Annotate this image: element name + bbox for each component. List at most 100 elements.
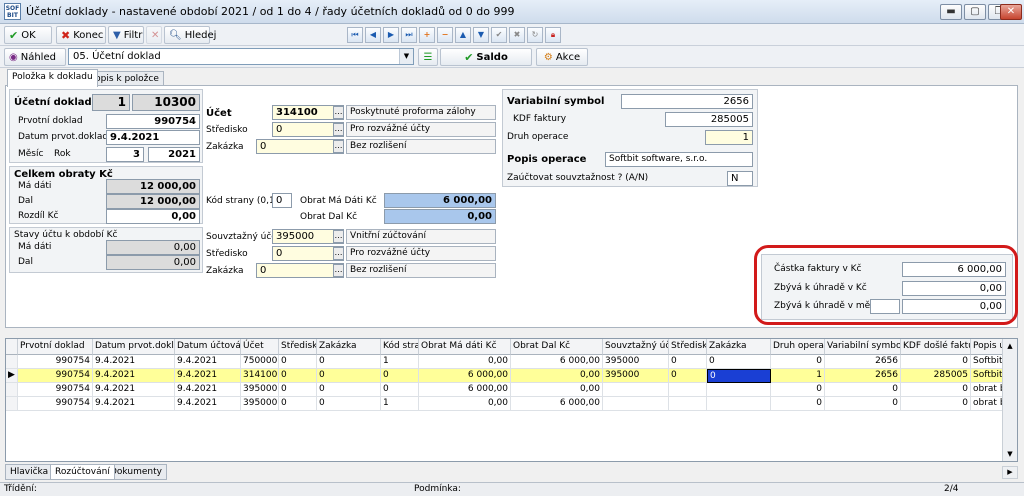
table-row[interactable]: 990754 9.4.2021 9.4.2021 750000 0 0 1 0,00 6 000… [6, 355, 1017, 369]
move-up-button[interactable]: ▲ [455, 27, 471, 43]
table-cell[interactable]: 1 [771, 369, 825, 383]
table-cell[interactable]: 0 [707, 355, 771, 369]
souvz-zakazka-field[interactable]: 0 [256, 263, 344, 278]
kod-strany-field[interactable]: 0 [272, 193, 292, 208]
table-cell[interactable]: 0 [317, 397, 381, 411]
table-cell[interactable] [669, 397, 707, 411]
table-cell[interactable]: 1 [381, 397, 419, 411]
akce-button[interactable]: ⚙ Akce [536, 48, 588, 66]
filtr-button[interactable]: ▼ Filtr [108, 26, 144, 44]
grid-column-header[interactable]: Datum účtování [175, 339, 241, 355]
prvotni-doklad-field[interactable]: 990754 [106, 114, 200, 129]
souvz-stredisko-lookup-button[interactable]: … [333, 247, 344, 260]
table-cell[interactable]: 0 [901, 397, 971, 411]
grid-column-header[interactable]: Středisko [279, 339, 317, 355]
ucet-lookup-button[interactable]: … [333, 106, 344, 119]
table-cell[interactable] [669, 383, 707, 397]
table-cell[interactable]: 395000 [241, 383, 279, 397]
saldo-button[interactable]: ✔ Saldo [440, 48, 532, 66]
vertical-scrollbar[interactable]: ▲ ▼ [1002, 339, 1017, 461]
grid-column-header[interactable]: Zakázka [707, 339, 771, 355]
tab-polozka[interactable]: Položka k dokladu [7, 69, 98, 87]
grid-column-header[interactable]: Zakázka [317, 339, 381, 355]
entries-grid[interactable]: Prvotní dokladDatum prvot.dokladuDatum ú… [5, 338, 1018, 462]
grid-column-header[interactable]: Obrat Má dáti Kč [419, 339, 511, 355]
table-cell[interactable] [603, 383, 669, 397]
grid-column-header[interactable]: Souvztažný účet [603, 339, 669, 355]
table-cell[interactable]: 0 [317, 369, 381, 383]
chevron-down-icon[interactable]: ▼ [399, 49, 413, 64]
table-cell[interactable]: 0 [825, 383, 901, 397]
table-cell[interactable]: 0 [279, 397, 317, 411]
table-cell[interactable]: 395000 [241, 397, 279, 411]
report-select[interactable]: 05. Účetní doklad ▼ [68, 48, 414, 65]
table-cell[interactable]: 0 [317, 355, 381, 369]
zakazka-field[interactable]: 0 [256, 139, 344, 154]
konec-button[interactable]: ✖ Konec [56, 26, 106, 44]
minimize-button[interactable]: ▬ [940, 4, 962, 20]
delete-record-button[interactable]: − [437, 27, 453, 43]
table-cell[interactable]: 0,00 [511, 383, 603, 397]
obrat-ma-dati-field[interactable]: 6 000,00 [384, 193, 496, 208]
grid-column-header[interactable]: Kód strany [381, 339, 419, 355]
table-cell[interactable]: 0,00 [419, 355, 511, 369]
table-cell[interactable] [603, 397, 669, 411]
table-cell[interactable]: 9.4.2021 [175, 397, 241, 411]
souvz-zakazka-lookup-button[interactable]: … [333, 264, 344, 277]
table-cell[interactable]: 0 [381, 369, 419, 383]
table-cell[interactable]: 285005 [901, 369, 971, 383]
table-cell[interactable]: 0 [669, 369, 707, 383]
table-cell[interactable]: 9.4.2021 [175, 355, 241, 369]
clear-filter-button[interactable]: ✕ [146, 26, 162, 44]
vs-field[interactable]: 2656 [621, 94, 753, 109]
stredisko-lookup-button[interactable]: … [333, 123, 344, 136]
table-cell[interactable]: 9.4.2021 [175, 369, 241, 383]
table-cell[interactable]: 6 000,00 [511, 397, 603, 411]
table-cell[interactable]: 395000 [603, 369, 669, 383]
table-cell[interactable]: 0 [771, 383, 825, 397]
table-cell[interactable]: 0 [825, 397, 901, 411]
add-record-button[interactable]: + [419, 27, 435, 43]
table-cell[interactable]: 0 [771, 397, 825, 411]
obrat-dal-field[interactable]: 0,00 [384, 209, 496, 224]
grid-column-header[interactable]: Druh operace [771, 339, 825, 355]
table-cell[interactable]: 990754 [18, 397, 93, 411]
table-cell[interactable]: 2656 [825, 369, 901, 383]
grid-column-header[interactable]: Variabilní symbol [825, 339, 901, 355]
souvz-ucet-lookup-button[interactable]: … [333, 230, 344, 243]
table-cell[interactable]: 6 000,00 [419, 369, 511, 383]
table-row[interactable]: ▶ 990754 9.4.2021 9.4.2021 314100 0 0 0 6 000,00… [6, 369, 1017, 383]
nahled-button[interactable]: ◉ Náhled [4, 48, 66, 66]
hledej-button[interactable]: 🔍︎ Hledej [164, 26, 216, 44]
kdf-field[interactable]: 285005 [665, 112, 753, 127]
datum-prvot-field[interactable]: 9.4.2021 [106, 130, 200, 145]
table-cell[interactable]: 990754 [18, 355, 93, 369]
doklad-cislo-field[interactable]: 10300 [132, 94, 200, 111]
next-record-button[interactable]: ▶ [383, 27, 399, 43]
table-cell[interactable]: 0 [381, 383, 419, 397]
table-cell[interactable]: 314100 [241, 369, 279, 383]
table-row[interactable]: 990754 9.4.2021 9.4.2021 395000 0 0 0 6 000,00 0… [6, 383, 1017, 397]
table-cell[interactable]: 6 000,00 [419, 383, 511, 397]
first-record-button[interactable]: ⏮ [347, 27, 363, 43]
table-cell[interactable]: 9.4.2021 [93, 397, 175, 411]
tab-rozuctovani[interactable]: Rozúčtování [50, 464, 115, 480]
grid-column-header[interactable]: Prvotní doklad [18, 339, 93, 355]
grid-column-header[interactable]: Datum prvot.dokladu [93, 339, 175, 355]
table-row[interactable]: 990754 9.4.2021 9.4.2021 395000 0 0 1 0,00 6 000… [6, 397, 1017, 411]
grid-column-header[interactable]: KDF došlé faktury [901, 339, 971, 355]
confirm-edit-button[interactable]: ✔ [491, 27, 507, 43]
table-cell[interactable]: 9.4.2021 [93, 369, 175, 383]
table-cell[interactable]: 2656 [825, 355, 901, 369]
table-cell[interactable]: 0 [901, 355, 971, 369]
refresh-button[interactable]: ↻ [527, 27, 543, 43]
table-cell[interactable]: 0 [279, 383, 317, 397]
table-cell[interactable]: 9.4.2021 [93, 355, 175, 369]
maximize-button[interactable]: ▢ [964, 4, 986, 20]
table-cell[interactable]: 1 [381, 355, 419, 369]
table-cell[interactable]: 395000 [603, 355, 669, 369]
table-cell[interactable]: 990754 [18, 383, 93, 397]
cancel-edit-button[interactable]: ✖ [509, 27, 525, 43]
lock-icon[interactable]: 🔒︎ [545, 27, 561, 43]
zakazka-lookup-button[interactable]: … [333, 140, 344, 153]
